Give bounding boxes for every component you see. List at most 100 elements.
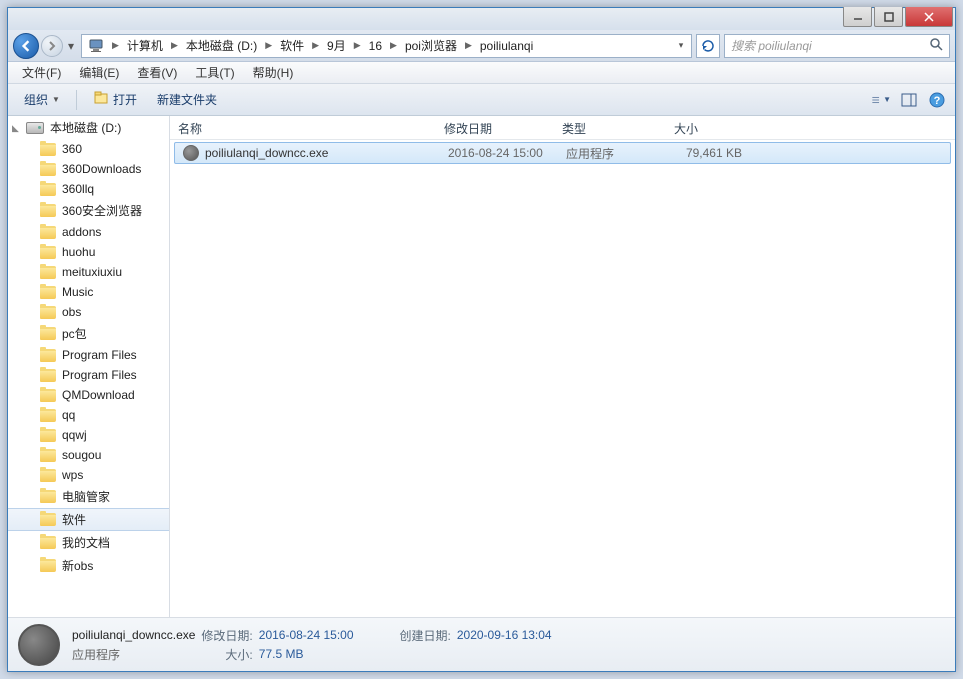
sidebar-item-label: qq <box>62 408 75 422</box>
sidebar-item[interactable]: 软件 <box>8 508 169 531</box>
sidebar[interactable]: ◣本地磁盘 (D:)360360Downloads 360llq 360安全浏览器 a… <box>8 116 170 617</box>
computer-icon <box>87 37 105 55</box>
sidebar-item[interactable]: QMDownload <box>8 385 169 405</box>
sidebar-item-label: addons <box>62 225 101 239</box>
sidebar-item-label: 360llq <box>62 182 94 196</box>
sidebar-item-label: huohu <box>62 245 95 259</box>
sidebar-item[interactable]: obs <box>8 302 169 322</box>
sidebar-item[interactable]: Music <box>8 282 169 302</box>
sidebar-item[interactable]: Program Files <box>8 345 169 365</box>
sidebar-item[interactable]: 360llq <box>8 179 169 199</box>
sidebar-drive[interactable]: ◣本地磁盘 (D:) <box>8 116 169 139</box>
folder-icon <box>40 226 56 239</box>
address-bar[interactable]: ▶ 计算机 ▶ 本地磁盘 (D:) ▶ 软件 ▶ 9月 ▶ 16 ▶ poi浏览… <box>81 34 692 58</box>
refresh-button[interactable] <box>696 34 720 58</box>
search-input[interactable]: 搜索 poiliulanqi <box>724 34 950 58</box>
navbar: ▾ ▶ 计算机 ▶ 本地磁盘 (D:) ▶ 软件 ▶ 9月 ▶ 16 ▶ poi… <box>8 30 955 62</box>
column-header-type[interactable]: 类型 <box>554 116 666 139</box>
address-dropdown[interactable]: ▾ <box>673 40 689 51</box>
search-icon <box>929 37 943 54</box>
new-folder-button[interactable]: 新建文件夹 <box>149 87 225 112</box>
sidebar-item-label: 我的文档 <box>62 534 110 551</box>
search-placeholder: 搜索 poiliulanqi <box>731 37 812 54</box>
folder-icon <box>40 559 56 572</box>
sidebar-item[interactable]: meituxiuxiu <box>8 262 169 282</box>
file-icon-large <box>18 624 60 666</box>
toolbar-right: ▼ ? <box>871 90 947 110</box>
menu-file[interactable]: 文件(F) <box>14 62 69 83</box>
help-button[interactable]: ? <box>927 90 947 110</box>
folder-icon <box>40 513 56 526</box>
breadcrumb-segment[interactable]: 9月 <box>323 35 350 57</box>
breadcrumb-segment[interactable]: poiliulanqi <box>476 35 537 57</box>
folder-icon <box>40 389 56 402</box>
sidebar-item[interactable]: 360安全浏览器 <box>8 199 169 222</box>
breadcrumb-segment[interactable]: 软件 <box>276 35 308 57</box>
file-date: 2016-08-24 15:00 <box>440 146 558 160</box>
sidebar-item-label: pc包 <box>62 325 87 342</box>
back-button[interactable] <box>13 33 39 59</box>
sidebar-item-label: Program Files <box>62 348 137 362</box>
separator <box>76 90 77 110</box>
chevron-right-icon[interactable]: ▶ <box>108 40 123 51</box>
open-button[interactable]: 打开 <box>85 86 145 113</box>
chevron-right-icon[interactable]: ▶ <box>308 40 323 51</box>
breadcrumb-segment[interactable]: 本地磁盘 (D:) <box>182 35 261 57</box>
folder-icon <box>40 143 56 156</box>
folder-icon <box>40 429 56 442</box>
column-header-size[interactable]: 大小 <box>666 116 746 139</box>
chevron-right-icon[interactable]: ▶ <box>261 40 276 51</box>
close-button[interactable] <box>905 7 953 27</box>
details-pane: poiliulanqi_downcc.exe 修改日期: 2016-08-24 … <box>8 617 955 671</box>
view-options-button[interactable]: ▼ <box>871 90 891 110</box>
chevron-right-icon[interactable]: ▶ <box>461 40 476 51</box>
chevron-right-icon[interactable]: ▶ <box>167 40 182 51</box>
sidebar-item-label: Music <box>62 285 93 299</box>
breadcrumb-segment[interactable]: 16 <box>365 35 386 57</box>
collapse-icon[interactable]: ◣ <box>12 123 21 132</box>
folder-icon <box>40 536 56 549</box>
sidebar-item[interactable]: addons <box>8 222 169 242</box>
details-filetype: 应用程序 <box>72 646 195 663</box>
column-header-date[interactable]: 修改日期 <box>436 116 554 139</box>
sidebar-item[interactable]: qq <box>8 405 169 425</box>
folder-icon <box>40 306 56 319</box>
nav-history-dropdown[interactable]: ▾ <box>65 37 77 55</box>
sidebar-item[interactable]: 电脑管家 <box>8 485 169 508</box>
sidebar-item[interactable]: qqwj <box>8 425 169 445</box>
sidebar-item[interactable]: pc包 <box>8 322 169 345</box>
organize-button[interactable]: 组织▼ <box>16 87 68 112</box>
folder-icon <box>40 286 56 299</box>
file-list: 名称 修改日期 类型 大小 poiliulanqi_downcc.exe2016… <box>170 116 955 617</box>
breadcrumb-segment[interactable]: 计算机 <box>123 35 167 57</box>
sidebar-item[interactable]: huohu <box>8 242 169 262</box>
file-row[interactable]: poiliulanqi_downcc.exe2016-08-24 15:00应用… <box>174 142 951 164</box>
folder-icon <box>40 183 56 196</box>
details-filename: poiliulanqi_downcc.exe <box>72 628 195 642</box>
sidebar-item[interactable]: 我的文档 <box>8 531 169 554</box>
menu-edit[interactable]: 编辑(E) <box>71 62 127 83</box>
details-size-value: 77.5 MB <box>259 647 354 661</box>
menu-tools[interactable]: 工具(T) <box>187 62 242 83</box>
folder-icon <box>40 327 56 340</box>
chevron-right-icon[interactable]: ▶ <box>350 40 365 51</box>
forward-button[interactable] <box>41 35 63 57</box>
sidebar-item[interactable]: Program Files <box>8 365 169 385</box>
maximize-button[interactable] <box>874 7 903 27</box>
column-header-name[interactable]: 名称 <box>170 116 436 139</box>
preview-pane-button[interactable] <box>899 90 919 110</box>
exe-icon <box>183 145 199 161</box>
folder-icon <box>40 449 56 462</box>
sidebar-item[interactable]: 360 <box>8 139 169 159</box>
sidebar-item-label: wps <box>62 468 83 482</box>
minimize-button[interactable] <box>843 7 872 27</box>
sidebar-item[interactable]: 新obs <box>8 554 169 577</box>
menu-view[interactable]: 查看(V) <box>129 62 185 83</box>
sidebar-item[interactable]: 360Downloads <box>8 159 169 179</box>
sidebar-item[interactable]: sougou <box>8 445 169 465</box>
details-created-label: 创建日期: <box>400 627 451 644</box>
chevron-right-icon[interactable]: ▶ <box>386 40 401 51</box>
breadcrumb-segment[interactable]: poi浏览器 <box>401 35 461 57</box>
sidebar-item[interactable]: wps <box>8 465 169 485</box>
menu-help[interactable]: 帮助(H) <box>245 62 302 83</box>
